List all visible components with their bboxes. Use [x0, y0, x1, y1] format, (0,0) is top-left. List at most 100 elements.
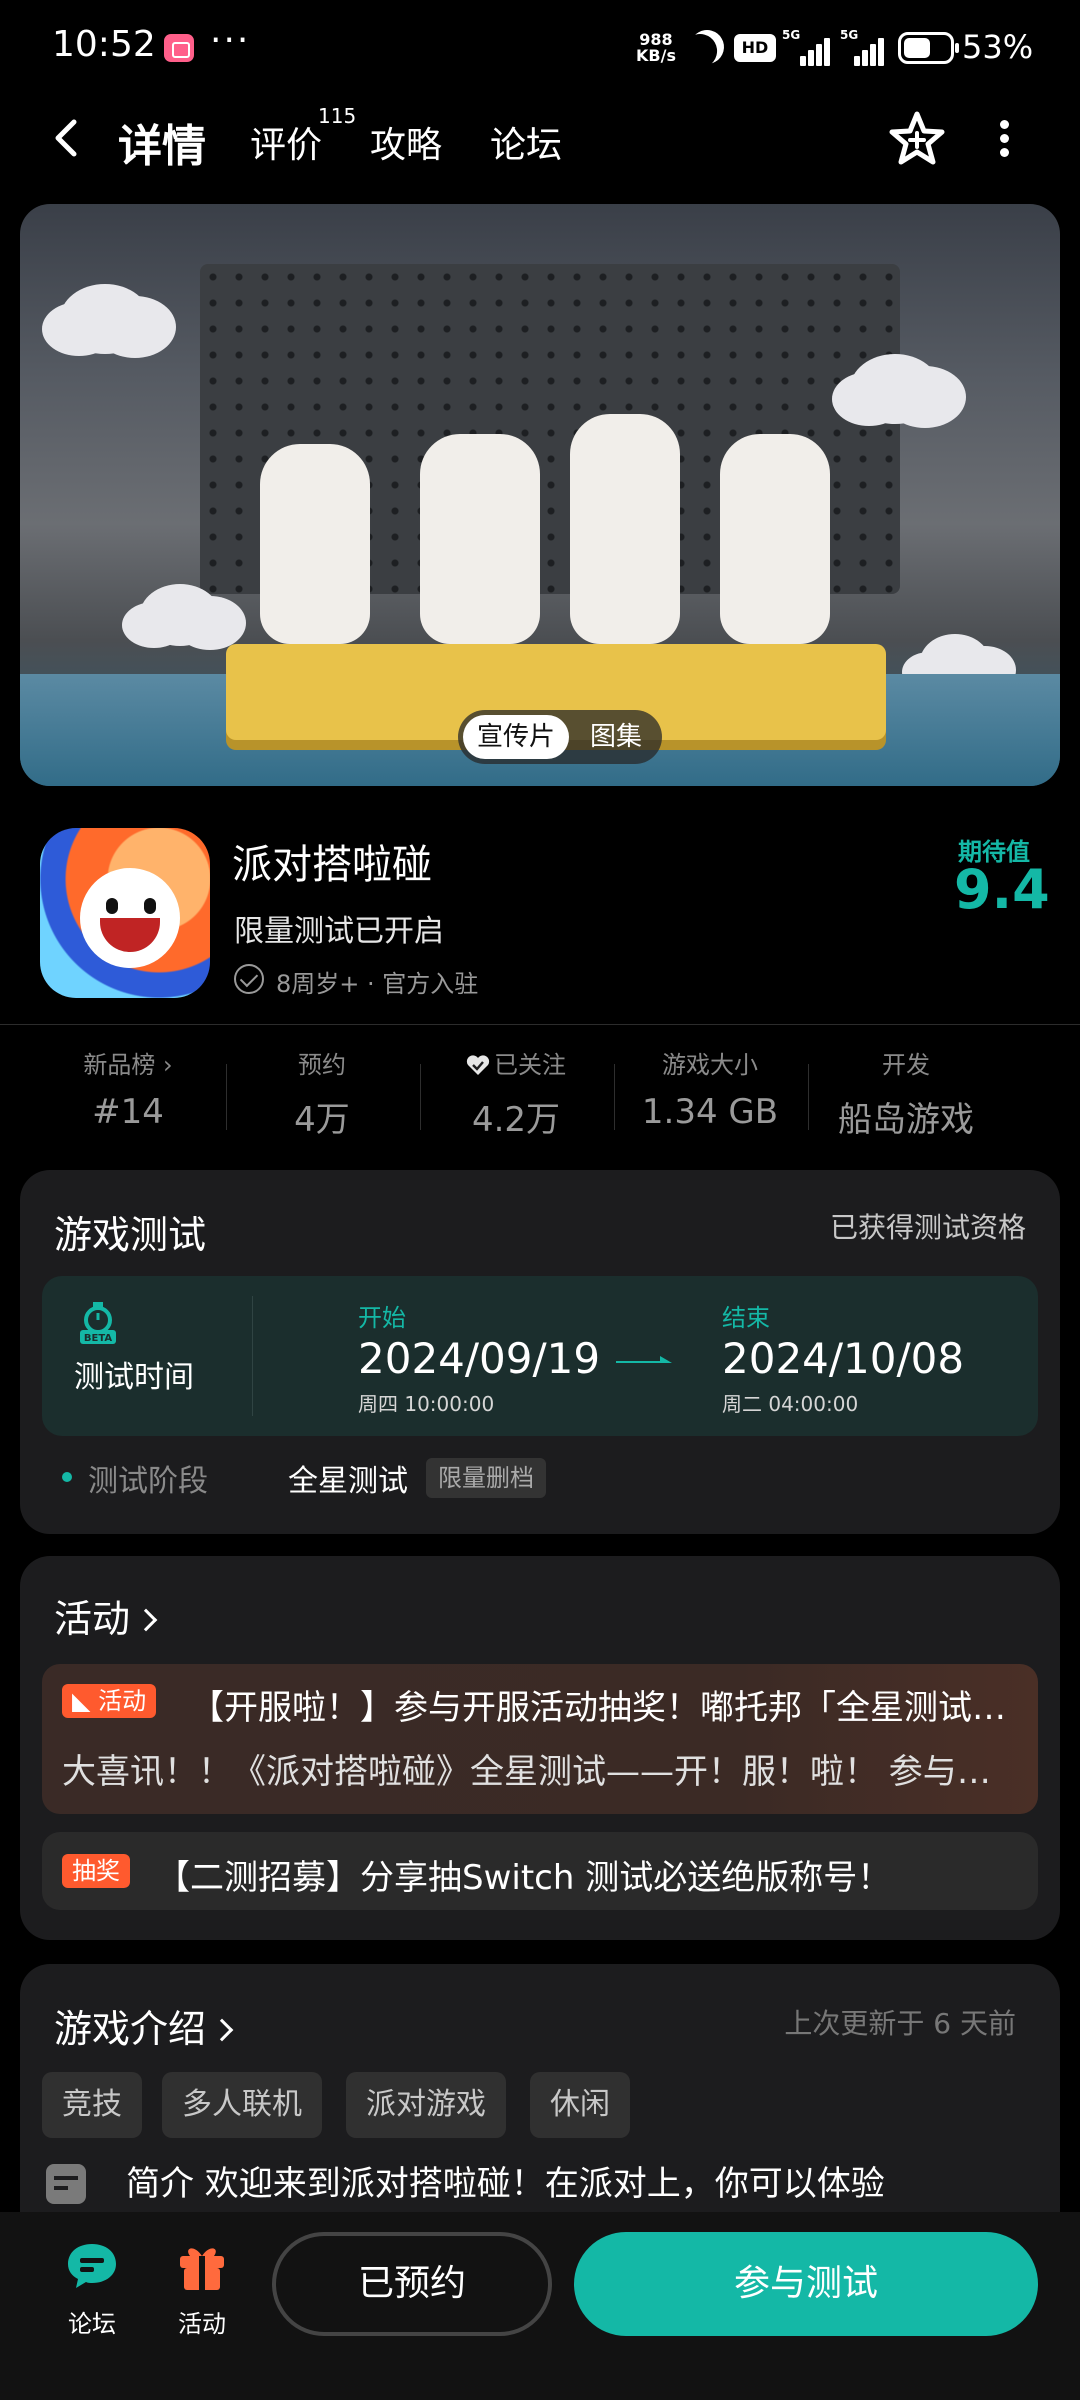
signal-sim2-icon: 5G: [840, 28, 888, 66]
test-stage-tag: 限量删档: [426, 1458, 546, 1498]
test-stage-label: 测试阶段: [88, 1464, 208, 1499]
signal-sim1-icon: 5G: [782, 28, 830, 66]
reserved-button[interactable]: 已预约: [272, 2232, 552, 2336]
chevron-right-icon: [134, 1608, 158, 1632]
stat-label: 预约: [298, 1051, 346, 1079]
card-title: 活动: [54, 1597, 131, 1641]
media-video-option[interactable]: 宣传片: [463, 715, 569, 759]
join-test-button[interactable]: 参与测试: [574, 2232, 1038, 2336]
start-time: 周四 10:00:00: [358, 1392, 495, 1416]
divider: [252, 1296, 253, 1416]
stat-game-size: 游戏大小 1.34 GB: [612, 1048, 808, 1132]
hero-media[interactable]: 宣传片 图集: [20, 204, 1060, 786]
verified-check-icon: [234, 964, 264, 994]
stat-label: 新品榜 ›: [83, 1051, 173, 1079]
do-not-disturb-icon: [684, 24, 730, 70]
stat-developer[interactable]: 开发 船岛游戏: [808, 1048, 1004, 1141]
stat-reservations: 预约 4万: [224, 1048, 420, 1141]
test-stage-value: 全星测试: [288, 1464, 408, 1499]
activity-item[interactable]: 抽奖 【二测招募】分享抽Switch 测试必送绝版称号！: [42, 1832, 1038, 1910]
lottery-tag: 抽奖: [62, 1854, 130, 1888]
megaphone-icon: ◣: [72, 1687, 91, 1715]
game-test-card: 游戏测试 已获得测试资格 BETA 测试时间 开始 2024/09/19 周四 …: [20, 1170, 1060, 1534]
forum-button[interactable]: 论坛: [42, 2240, 142, 2339]
end-date: 2024/10/08: [722, 1334, 965, 1383]
beta-stopwatch-icon: BETA: [80, 1302, 116, 1344]
status-time: 10:52: [52, 24, 156, 65]
activity-item[interactable]: ◣ 活动 【开服啦！】参与开服活动抽奖！嘟托邦「全星测试」开启... 大喜讯！！…: [42, 1664, 1038, 1814]
hero-cloud: [60, 284, 150, 354]
card-title: 游戏介绍: [54, 2007, 207, 2051]
more-options-icon[interactable]: [990, 114, 1018, 164]
stat-label: 已关注: [494, 1051, 566, 1079]
end-label: 结束: [722, 1304, 770, 1332]
hero-cloud: [850, 354, 940, 424]
bottom-action-bar: 论坛 活动 已预约 参与测试: [0, 2212, 1080, 2400]
expectation-score: 9.4: [954, 858, 1050, 921]
battery-percent: 53%: [962, 28, 1034, 66]
stat-followers[interactable]: 已关注 4.2万: [418, 1048, 614, 1141]
last-updated: 上次更新于 6 天前: [784, 2007, 1016, 2040]
genre-tag[interactable]: 多人联机: [162, 2072, 322, 2138]
beta-label: BETA: [84, 1333, 112, 1344]
activity-title-link[interactable]: 活动: [54, 1588, 158, 1643]
network-speed-unit: KB/s: [636, 46, 676, 65]
notification-app-icon: [164, 34, 194, 62]
heart-check-icon: [466, 1055, 490, 1075]
media-gallery-option[interactable]: 图集: [576, 715, 656, 759]
activity-button[interactable]: 活动: [152, 2240, 252, 2339]
card-title: 游戏测试: [54, 1213, 207, 1257]
review-count-badge: 115: [318, 104, 357, 128]
network-speed: 988 KB/s: [636, 32, 676, 64]
bullet-dot: [62, 1472, 72, 1482]
hero-figure: [570, 414, 680, 644]
hero-figure: [720, 434, 830, 644]
intro-text: 简介 欢迎来到派对搭啦碰！在派对上，你可以体验: [126, 2164, 885, 2204]
stat-label: 游戏大小: [662, 1051, 758, 1079]
game-meta: 8周岁+ · 官方入驻: [276, 970, 479, 998]
divider: [0, 1024, 1080, 1025]
tab-reviews[interactable]: 评价: [250, 116, 322, 168]
game-status: 限量测试已开启: [234, 914, 444, 949]
genre-tag[interactable]: 竞技: [42, 2072, 142, 2138]
chevron-right-icon: [210, 2018, 234, 2042]
tab-forum[interactable]: 论坛: [490, 116, 562, 168]
hd-voice-icon: HD: [734, 34, 776, 62]
more-notifications-icon: ···: [210, 20, 251, 61]
tab-details[interactable]: 详情: [114, 110, 210, 174]
genre-tag[interactable]: 休闲: [530, 2072, 630, 2138]
stat-value: #14: [92, 1092, 164, 1132]
game-app-icon: [40, 828, 210, 998]
test-time-box: BETA 测试时间 开始 2024/09/19 周四 10:00:00 结束 2…: [42, 1276, 1038, 1436]
activity-item-title: 【开服啦！】参与开服活动抽奖！嘟托邦「全星测试」开启...: [190, 1688, 1020, 1728]
activity-tag: ◣ 活动: [62, 1684, 157, 1718]
top-navigation: 详情 评价 115 攻略 论坛: [0, 96, 1080, 206]
forum-label: 论坛: [68, 2310, 116, 2338]
stat-label: 开发: [882, 1051, 930, 1079]
start-date: 2024/09/19: [358, 1334, 601, 1383]
status-bar: 10:52 ··· 988 KB/s HD 5G 5G 53%: [0, 0, 1080, 96]
activity-item-desc: 大喜讯！！《派对搭啦碰》全星测试——开！服！啦！ 参与开服活动...: [62, 1752, 1022, 1792]
activity-label: 活动: [178, 2310, 226, 2338]
hero-cloud: [140, 584, 220, 646]
arrow-right-icon: [616, 1356, 672, 1363]
activity-item-title: 【二测招募】分享抽Switch 测试必送绝版称号！: [156, 1858, 892, 1898]
hero-figure: [420, 434, 540, 644]
stat-new-ranking[interactable]: 新品榜 › #14: [30, 1048, 226, 1132]
stat-value: 4万: [294, 1100, 350, 1140]
back-arrow-icon[interactable]: [46, 116, 90, 160]
test-time-label: 测试时间: [74, 1360, 194, 1395]
stat-value: 船岛游戏: [838, 1100, 974, 1140]
sim2-network-type: 5G: [840, 28, 859, 42]
chat-bubble-icon: [68, 2244, 116, 2288]
stat-value: 1.34 GB: [641, 1092, 779, 1132]
document-icon: [46, 2164, 86, 2204]
tab-guides[interactable]: 攻略: [370, 116, 442, 168]
game-title: 派对搭啦碰: [232, 842, 432, 888]
sim1-network-type: 5G: [782, 28, 801, 42]
media-switch: 宣传片 图集: [458, 710, 662, 764]
hero-figure: [260, 444, 370, 644]
intro-title-link[interactable]: 游戏介绍: [54, 1998, 234, 2053]
star-follow-icon[interactable]: [886, 108, 948, 170]
genre-tag[interactable]: 派对游戏: [346, 2072, 506, 2138]
